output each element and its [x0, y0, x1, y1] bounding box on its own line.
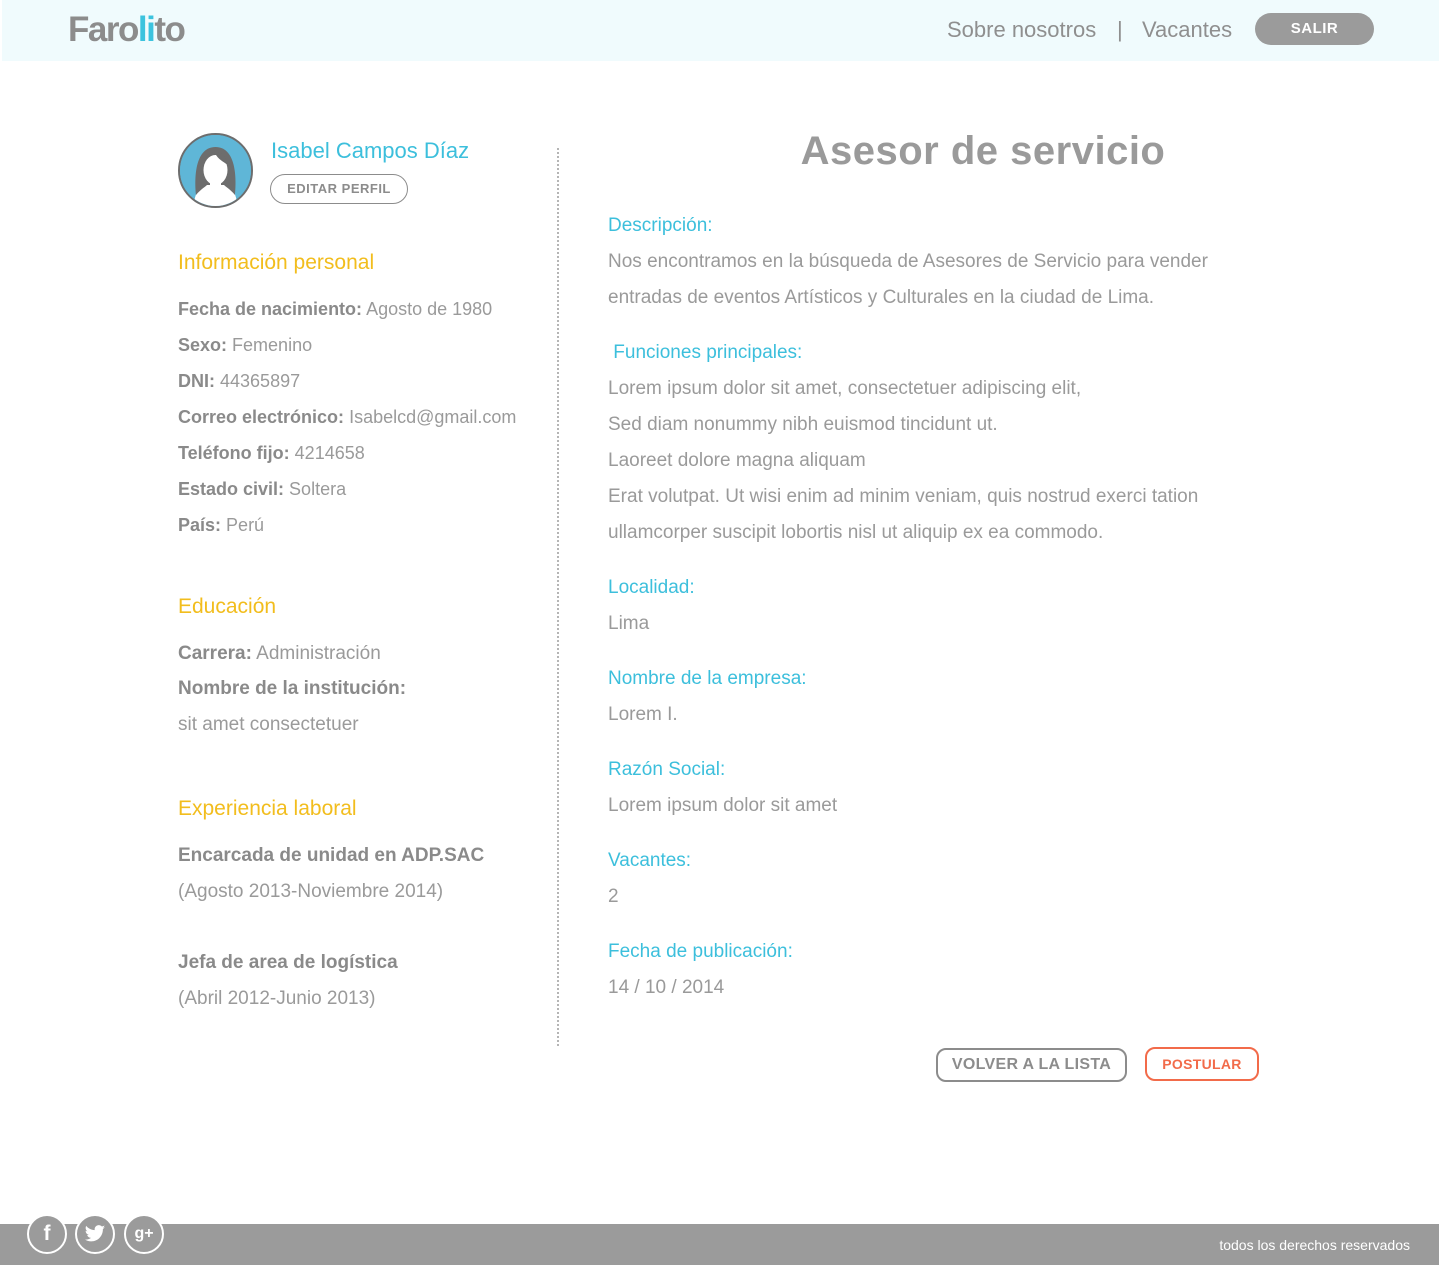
description-line: Nos encontramos en la búsqueda de Asesor… — [608, 251, 1208, 272]
nav-separator: | — [1117, 17, 1123, 42]
function-line: Lorem ipsum dolor sit amet, consectetuer… — [608, 378, 1082, 399]
profile-name: Isabel Campos Díaz — [271, 138, 470, 163]
nav-link-vacancies[interactable]: Vacantes — [1142, 16, 1232, 44]
copyright-text: todos los derechos reservados — [1219, 1237, 1410, 1253]
description-label: Descripción: — [608, 215, 713, 236]
google-plus-icon[interactable]: g+ — [124, 1214, 164, 1254]
column-divider — [557, 148, 559, 1046]
marital-status-field: Estado civil: Soltera — [178, 479, 347, 499]
phone-field: Teléfono fijo: 4214658 — [178, 443, 365, 463]
company-value: Lorem I. — [608, 704, 678, 725]
personal-info-title: Información personal — [178, 251, 375, 274]
facebook-icon[interactable]: f — [27, 1214, 67, 1254]
edit-profile-button[interactable]: EDITAR PERFIL — [270, 174, 408, 204]
functions-label: Funciones principales: — [608, 342, 803, 363]
apply-button[interactable]: POSTULAR — [1145, 1047, 1259, 1081]
publication-date-value: 14 / 10 / 2014 — [608, 977, 725, 998]
email-field: Correo electrónico: Isabelcd@gmail.com — [178, 407, 517, 427]
institution-label: Nombre de la institución: — [178, 678, 407, 699]
dni-field: DNI: 44365897 — [178, 371, 301, 391]
career-field: Carrera: Administración — [178, 643, 381, 664]
nav-link-about[interactable]: Sobre nosotros — [947, 16, 1096, 44]
institution-value: sit amet consectetuer — [178, 714, 359, 735]
education-title: Educación — [178, 595, 277, 618]
birthdate-field: Fecha de nacimiento: Agosto de 1980 — [178, 299, 493, 319]
sex-field: Sexo: Femenino — [178, 335, 313, 355]
vacancies-value: 2 — [608, 886, 619, 907]
location-value: Lima — [608, 613, 650, 634]
twitter-icon[interactable] — [75, 1214, 115, 1254]
publication-date-label: Fecha de publicación: — [608, 941, 793, 962]
experience-period: (Abril 2012-Junio 2013) — [178, 988, 376, 1009]
logout-button[interactable]: SALIR — [1255, 13, 1374, 45]
function-line: Sed diam nonummy nibh euismod tincidunt … — [608, 414, 998, 435]
job-title: Asesor de servicio — [800, 129, 1166, 173]
back-to-list-button[interactable]: VOLVER A LA LISTA — [936, 1048, 1127, 1082]
function-line: ullamcorper suscipit lobortis nisl ut al… — [608, 522, 1104, 543]
function-line: Laoreet dolore magna aliquam — [608, 450, 866, 471]
experience-role: Encarcada de unidad en ADP.SAC — [178, 845, 485, 866]
location-label: Localidad: — [608, 577, 695, 598]
business-name-label: Razón Social: — [608, 759, 726, 780]
country-field: País: Perú — [178, 515, 265, 535]
company-label: Nombre de la empresa: — [608, 668, 807, 689]
function-line: Erat volutpat. Ut wisi enim ad minim ven… — [608, 486, 1199, 507]
business-name-value: Lorem ipsum dolor sit amet — [608, 795, 838, 816]
experience-title: Experiencia laboral — [178, 797, 357, 820]
description-line: entradas de eventos Artísticos y Cultura… — [608, 287, 1155, 308]
user-female-icon — [178, 133, 253, 208]
farolito-logo[interactable]: Farolito — [68, 10, 186, 50]
experience-role: Jefa de area de logística — [178, 952, 398, 973]
experience-period: (Agosto 2013-Noviembre 2014) — [178, 881, 444, 902]
vacancies-label: Vacantes: — [608, 850, 692, 871]
